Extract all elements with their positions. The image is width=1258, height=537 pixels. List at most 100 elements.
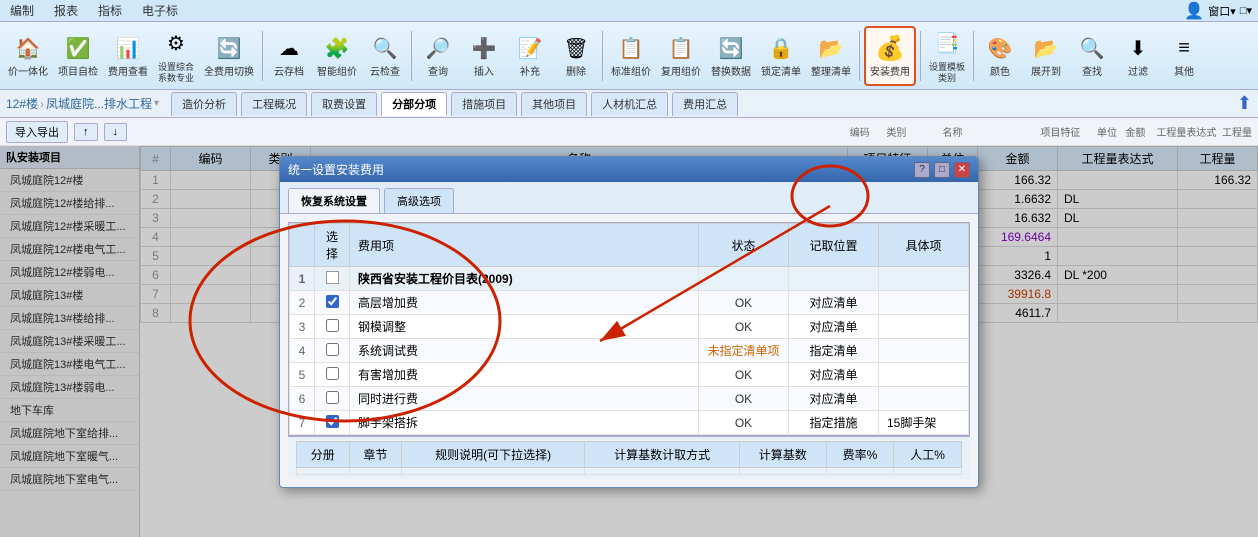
yunyundang-label: 云存档: [274, 67, 304, 79]
breadcrumb-楼[interactable]: 12#楼: [6, 95, 38, 112]
bottom-table-row[interactable]: [297, 468, 962, 475]
fuyongzujia-label: 复用组价: [661, 67, 701, 79]
toolbar-btn-anzhuangfeiyong[interactable]: 💰 安装费用: [864, 26, 916, 86]
user-icon[interactable]: 👤: [1184, 1, 1204, 21]
toolbar-btn-quanfeiyong[interactable]: 🔄 全费用切换: [200, 26, 258, 86]
dialog-minimize-btn[interactable]: □: [934, 162, 950, 178]
breadcrumb-dropdown[interactable]: ▾: [154, 98, 159, 109]
dialog-table-row[interactable]: 3 钢模调整 OK 对应清单: [290, 315, 969, 339]
toolbar-btn-chaxun[interactable]: 🔎 查询: [416, 26, 460, 86]
chazhao-label: 查找: [1082, 67, 1102, 79]
menu-report[interactable]: 报表: [50, 0, 82, 21]
cb-row6[interactable]: [326, 391, 339, 404]
dth-zhuangtai: 状态: [699, 224, 789, 267]
toolbar-btn-chazhao[interactable]: 🔍 查找: [1070, 26, 1114, 86]
dialog-tab-gaoji[interactable]: 高级选项: [384, 188, 454, 213]
toolbar-btn-guolv[interactable]: ⬇ 过滤: [1116, 26, 1160, 86]
feiyongchakan-icon: 📊: [112, 33, 144, 65]
suoding-label: 锁定清单: [761, 67, 801, 79]
btn-down[interactable]: ↓: [104, 123, 128, 141]
dialog-table-row-group[interactable]: 1 陕西省安装工程价目表(2009): [290, 267, 969, 291]
tab-qufei[interactable]: 取费设置: [311, 92, 377, 116]
row6-label: 同时进行费: [350, 387, 699, 411]
chaxun-icon: 🔎: [422, 33, 454, 65]
toolbar-btn-yunjiancha[interactable]: 🔍 云检查: [363, 26, 407, 86]
feiyongchakan-label: 费用查看: [108, 67, 148, 79]
dialog-table-row[interactable]: 4 系统调试费 未指定清单项 指定清单: [290, 339, 969, 363]
toolbar-sep-2: [411, 31, 412, 81]
toolbar-btn-biaozhunzujia[interactable]: 📋 标准组价: [607, 26, 655, 86]
toolbar-btn-shanchu[interactable]: 🗑 删除: [554, 26, 598, 86]
suoding-icon: 🔒: [765, 33, 797, 65]
row4-pos: 指定清单: [789, 339, 879, 363]
toolbar-btn-zhankaido[interactable]: 📂 展开到: [1024, 26, 1068, 86]
toolbar-btn-zhengli[interactable]: 📂 整理清单: [807, 26, 855, 86]
row7-pos: 指定措施: [789, 411, 879, 435]
cb-row4[interactable]: [326, 343, 339, 356]
toolbar-btn-charu[interactable]: ➕ 插入: [462, 26, 506, 86]
tab-rencaiji[interactable]: 人材机汇总: [591, 92, 668, 116]
toolbar-sep-4: [859, 31, 860, 81]
dialog-anzhuangfeiyong: 统一设置安装费用 ? □ ✕ 恢复系统设置 高级选项: [279, 156, 979, 488]
toolbar-btn-jiayitihua[interactable]: 🏠 价一体化: [4, 26, 52, 86]
tab-gongcheng[interactable]: 工程概况: [241, 92, 307, 116]
menu-bar: 编制 报表 指标 电子标 👤 窗口▾ □▾: [0, 0, 1258, 22]
bth-feilv: 费率%: [826, 442, 894, 468]
toolbar-btn-xiangmuzijian[interactable]: ✅ 项目自检: [54, 26, 102, 86]
toolbar-btn-yunyundang[interactable]: ☁ 云存档: [267, 26, 311, 86]
breadcrumb-project[interactable]: 凤城庭院...排水工程: [46, 95, 152, 112]
toolbar-btn-shezhizonghe[interactable]: ⚙ 设置综合系数专业: [154, 26, 198, 86]
toolbar-btn-yanse[interactable]: 🎨 颜色: [978, 26, 1022, 86]
dialog-tab-huifu[interactable]: 恢复系统设置: [288, 188, 380, 213]
bottom-table: 分册 章节 规则说明(可下拉选择) 计算基数计取方式 计算基数 费率% 人工%: [296, 441, 962, 475]
cb-row1[interactable]: [326, 271, 339, 284]
dialog-table-row[interactable]: 7 脚手架搭拆 OK 指定措施 15脚手架: [290, 411, 969, 435]
dialog-body: 选择 费用项 状态 记取位置 具体项 1: [280, 214, 978, 487]
row5-label: 有害增加费: [350, 363, 699, 387]
tab-feiyong[interactable]: 费用汇总: [672, 92, 738, 116]
tab-fenbu[interactable]: 分部分项: [381, 92, 447, 116]
nav-up-icon[interactable]: ⬆: [1237, 93, 1252, 114]
menu-index[interactable]: 指标: [94, 0, 126, 21]
cb-row2[interactable]: [326, 295, 339, 308]
toolbar-btn-suoding[interactable]: 🔒 锁定清单: [757, 26, 805, 86]
toolbar-sep-1: [262, 31, 263, 81]
dth-jiqu: 记取位置: [789, 224, 879, 267]
settings-menu[interactable]: □▾: [1240, 4, 1252, 17]
tab-qita[interactable]: 其他项目: [521, 92, 587, 116]
toolbar-btn-feiyongchakan[interactable]: 📊 费用查看: [104, 26, 152, 86]
btn-daoru-daochu[interactable]: 导入导出: [6, 121, 68, 143]
menu-edit[interactable]: 编制: [6, 0, 38, 21]
dialog-help-btn[interactable]: ?: [914, 162, 930, 178]
tab-cuoshi[interactable]: 措施项目: [451, 92, 517, 116]
dialog-close-btn[interactable]: ✕: [954, 162, 970, 178]
yunjiancha-icon: 🔍: [369, 33, 401, 65]
zhinengzujia-label: 智能组价: [317, 67, 357, 79]
toolbar-btn-shezhi-muban[interactable]: 📑 设置模板类别: [925, 26, 969, 86]
toolbar-btn-buchong[interactable]: 📝 补充: [508, 26, 552, 86]
dialog-table-row[interactable]: 2 高层增加费 OK 对应清单: [290, 291, 969, 315]
btn-up[interactable]: ↑: [74, 123, 98, 141]
qita-label: 其他: [1174, 67, 1194, 79]
dialog-table-row[interactable]: 5 有害增加费 OK 对应清单: [290, 363, 969, 387]
tihuan-icon: 🔄: [715, 33, 747, 65]
row5-pos: 对应清单: [789, 363, 879, 387]
row2-status: OK: [699, 291, 789, 315]
row2-label: 高层增加费: [350, 291, 699, 315]
tab-zaojia[interactable]: 造价分析: [171, 92, 237, 116]
toolbar-btn-tihuan[interactable]: 🔄 替换数据: [707, 26, 755, 86]
menu-etender[interactable]: 电子标: [138, 0, 182, 21]
dth-select: 选择: [315, 224, 350, 267]
toolbar-btn-qita[interactable]: ≡ 其他: [1162, 26, 1206, 86]
toolbar-btn-fuyongzujia[interactable]: 📋 复用组价: [657, 26, 705, 86]
cb-row7[interactable]: [326, 415, 339, 428]
anzhuangfeiyong-icon: 💰: [874, 33, 906, 65]
yunjiancha-label: 云检查: [370, 67, 400, 79]
cb-row5[interactable]: [326, 367, 339, 380]
dialog-table-row[interactable]: 6 同时进行费 OK 对应清单: [290, 387, 969, 411]
cb-row3[interactable]: [326, 319, 339, 332]
row6-pos: 对应清单: [789, 387, 879, 411]
shanchu-label: 删除: [566, 67, 586, 79]
window-menu[interactable]: 窗口▾: [1208, 3, 1236, 19]
toolbar-btn-zhinengzujia[interactable]: 🧩 智能组价: [313, 26, 361, 86]
